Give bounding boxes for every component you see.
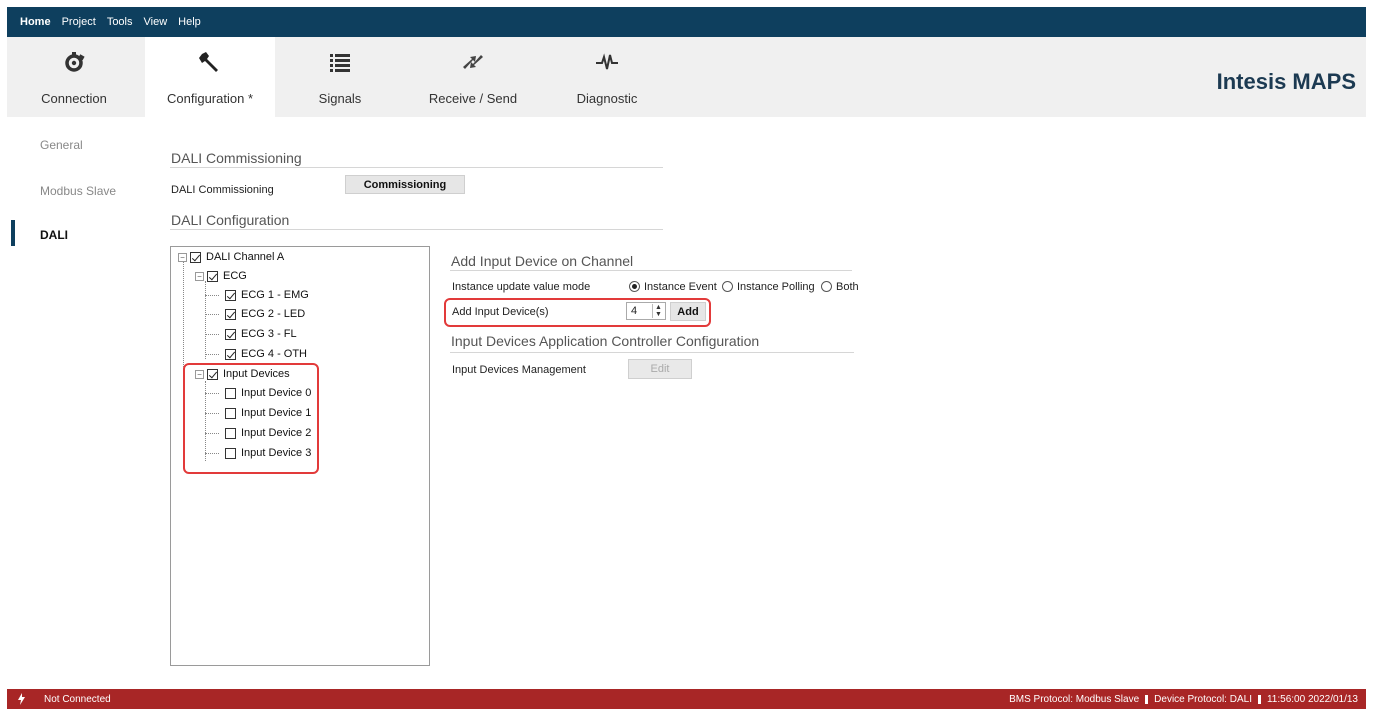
ribbon-configuration-label: Configuration * xyxy=(167,91,253,106)
tree-node-label: ECG 3 - FL xyxy=(241,328,297,340)
plug-icon xyxy=(65,52,85,72)
radio-button[interactable] xyxy=(722,281,733,292)
pulse-icon xyxy=(596,53,618,70)
section-divider xyxy=(170,167,663,168)
ribbon-receive-send-label: Receive / Send xyxy=(428,91,518,106)
mode-option-both[interactable]: Both xyxy=(821,281,859,293)
transfer-icon xyxy=(463,55,483,69)
nav-item-dali[interactable]: DALI xyxy=(40,228,68,242)
disconnected-icon xyxy=(18,693,25,705)
checkbox[interactable] xyxy=(225,328,236,340)
connection-status: Not Connected xyxy=(44,693,111,705)
add-input-highlight xyxy=(444,298,711,327)
nav-item-general[interactable]: General xyxy=(40,138,83,152)
commissioning-label: DALI Commissioning xyxy=(171,184,274,196)
radio-label: Both xyxy=(836,281,859,293)
menu-tools[interactable]: Tools xyxy=(107,16,133,28)
tree-node-ecg-item[interactable]: ECG 1 - EMG xyxy=(225,286,309,304)
commissioning-section-title: DALI Commissioning xyxy=(171,150,302,166)
nav-active-marker xyxy=(11,220,15,246)
section-divider xyxy=(450,352,854,353)
tree-node-label: ECG 2 - LED xyxy=(241,308,306,320)
left-nav: General Modbus Slave DALI xyxy=(7,117,137,680)
tree-node-label: DALI Channel A xyxy=(206,251,285,263)
ribbon-receive-send[interactable]: Receive / Send xyxy=(417,37,529,117)
bms-protocol: BMS Protocol: Modbus Slave xyxy=(1009,693,1140,705)
menu-bar: Home Project Tools View Help xyxy=(7,7,1366,37)
radio-label: Instance Event xyxy=(644,281,717,293)
wrench-icon xyxy=(199,52,218,72)
tree-node-ecg-item[interactable]: ECG 3 - FL xyxy=(225,325,297,343)
tree-node-label: ECG 4 - OTH xyxy=(241,348,308,360)
tree-connector xyxy=(205,354,219,355)
ribbon-connection[interactable]: Connection xyxy=(15,37,133,117)
tree-node-label: ECG xyxy=(223,270,247,282)
management-label: Input Devices Management xyxy=(452,364,586,376)
commissioning-button[interactable]: Commissioning xyxy=(345,175,465,194)
checkbox[interactable] xyxy=(190,251,201,263)
status-separator xyxy=(1257,694,1261,704)
radio-button[interactable] xyxy=(629,281,640,292)
section-divider xyxy=(170,229,663,230)
list-icon xyxy=(330,54,350,72)
collapse-icon[interactable]: − xyxy=(195,271,204,281)
menu-help[interactable]: Help xyxy=(178,16,201,28)
tree-node-ecg[interactable]: − ECG xyxy=(195,267,247,285)
checkbox[interactable] xyxy=(225,348,236,360)
tree-node-ecg-item[interactable]: ECG 4 - OTH xyxy=(225,345,307,363)
ribbon-connection-label: Connection xyxy=(41,91,107,106)
menu-project[interactable]: Project xyxy=(62,16,96,28)
configuration-section-title: DALI Configuration xyxy=(171,212,290,228)
ribbon-configuration[interactable]: Configuration * xyxy=(145,37,275,117)
ribbon-signals-label: Signals xyxy=(318,91,362,106)
brand-title: Intesis MAPS xyxy=(1216,69,1356,94)
radio-label: Instance Polling xyxy=(737,281,815,293)
tree-node-channel[interactable]: − DALI Channel A xyxy=(178,248,284,266)
input-devices-highlight xyxy=(183,363,319,474)
tree-node-ecg-item[interactable]: ECG 2 - LED xyxy=(225,305,305,323)
mode-option-polling[interactable]: Instance Polling xyxy=(722,281,815,293)
controller-section-title: Input Devices Application Controller Con… xyxy=(451,333,760,349)
tree-connector xyxy=(205,281,206,359)
ribbon-toolbar: Connection Configuration * Signals Recei… xyxy=(7,37,1366,117)
edit-button[interactable]: Edit xyxy=(628,359,692,379)
tree-connector xyxy=(205,295,219,296)
menu-home[interactable]: Home xyxy=(20,16,51,28)
mode-label: Instance update value mode xyxy=(452,281,591,293)
ribbon-diagnostic-label: Diagnostic xyxy=(576,91,638,106)
status-separator xyxy=(1145,694,1149,704)
device-protocol: Device Protocol: DALI xyxy=(1154,693,1252,705)
nav-item-modbus-slave[interactable]: Modbus Slave xyxy=(40,184,116,198)
ribbon-diagnostic[interactable]: Diagnostic xyxy=(555,37,659,117)
status-datetime: 11:56:00 2022/01/13 xyxy=(1266,693,1358,705)
checkbox[interactable] xyxy=(225,308,236,320)
ribbon-signals[interactable]: Signals xyxy=(285,37,395,117)
radio-button[interactable] xyxy=(821,281,832,292)
section-divider xyxy=(450,270,852,271)
checkbox[interactable] xyxy=(225,289,236,301)
mode-option-event[interactable]: Instance Event xyxy=(629,281,717,293)
tree-connector xyxy=(205,334,219,335)
add-input-section-title: Add Input Device on Channel xyxy=(451,253,634,269)
checkbox[interactable] xyxy=(207,270,218,282)
menu-view[interactable]: View xyxy=(144,16,168,28)
collapse-icon[interactable]: − xyxy=(178,252,187,262)
status-bar: Not Connected BMS Protocol: Modbus Slave… xyxy=(7,689,1366,709)
tree-node-label: ECG 1 - EMG xyxy=(241,289,309,301)
tree-connector xyxy=(205,314,219,315)
